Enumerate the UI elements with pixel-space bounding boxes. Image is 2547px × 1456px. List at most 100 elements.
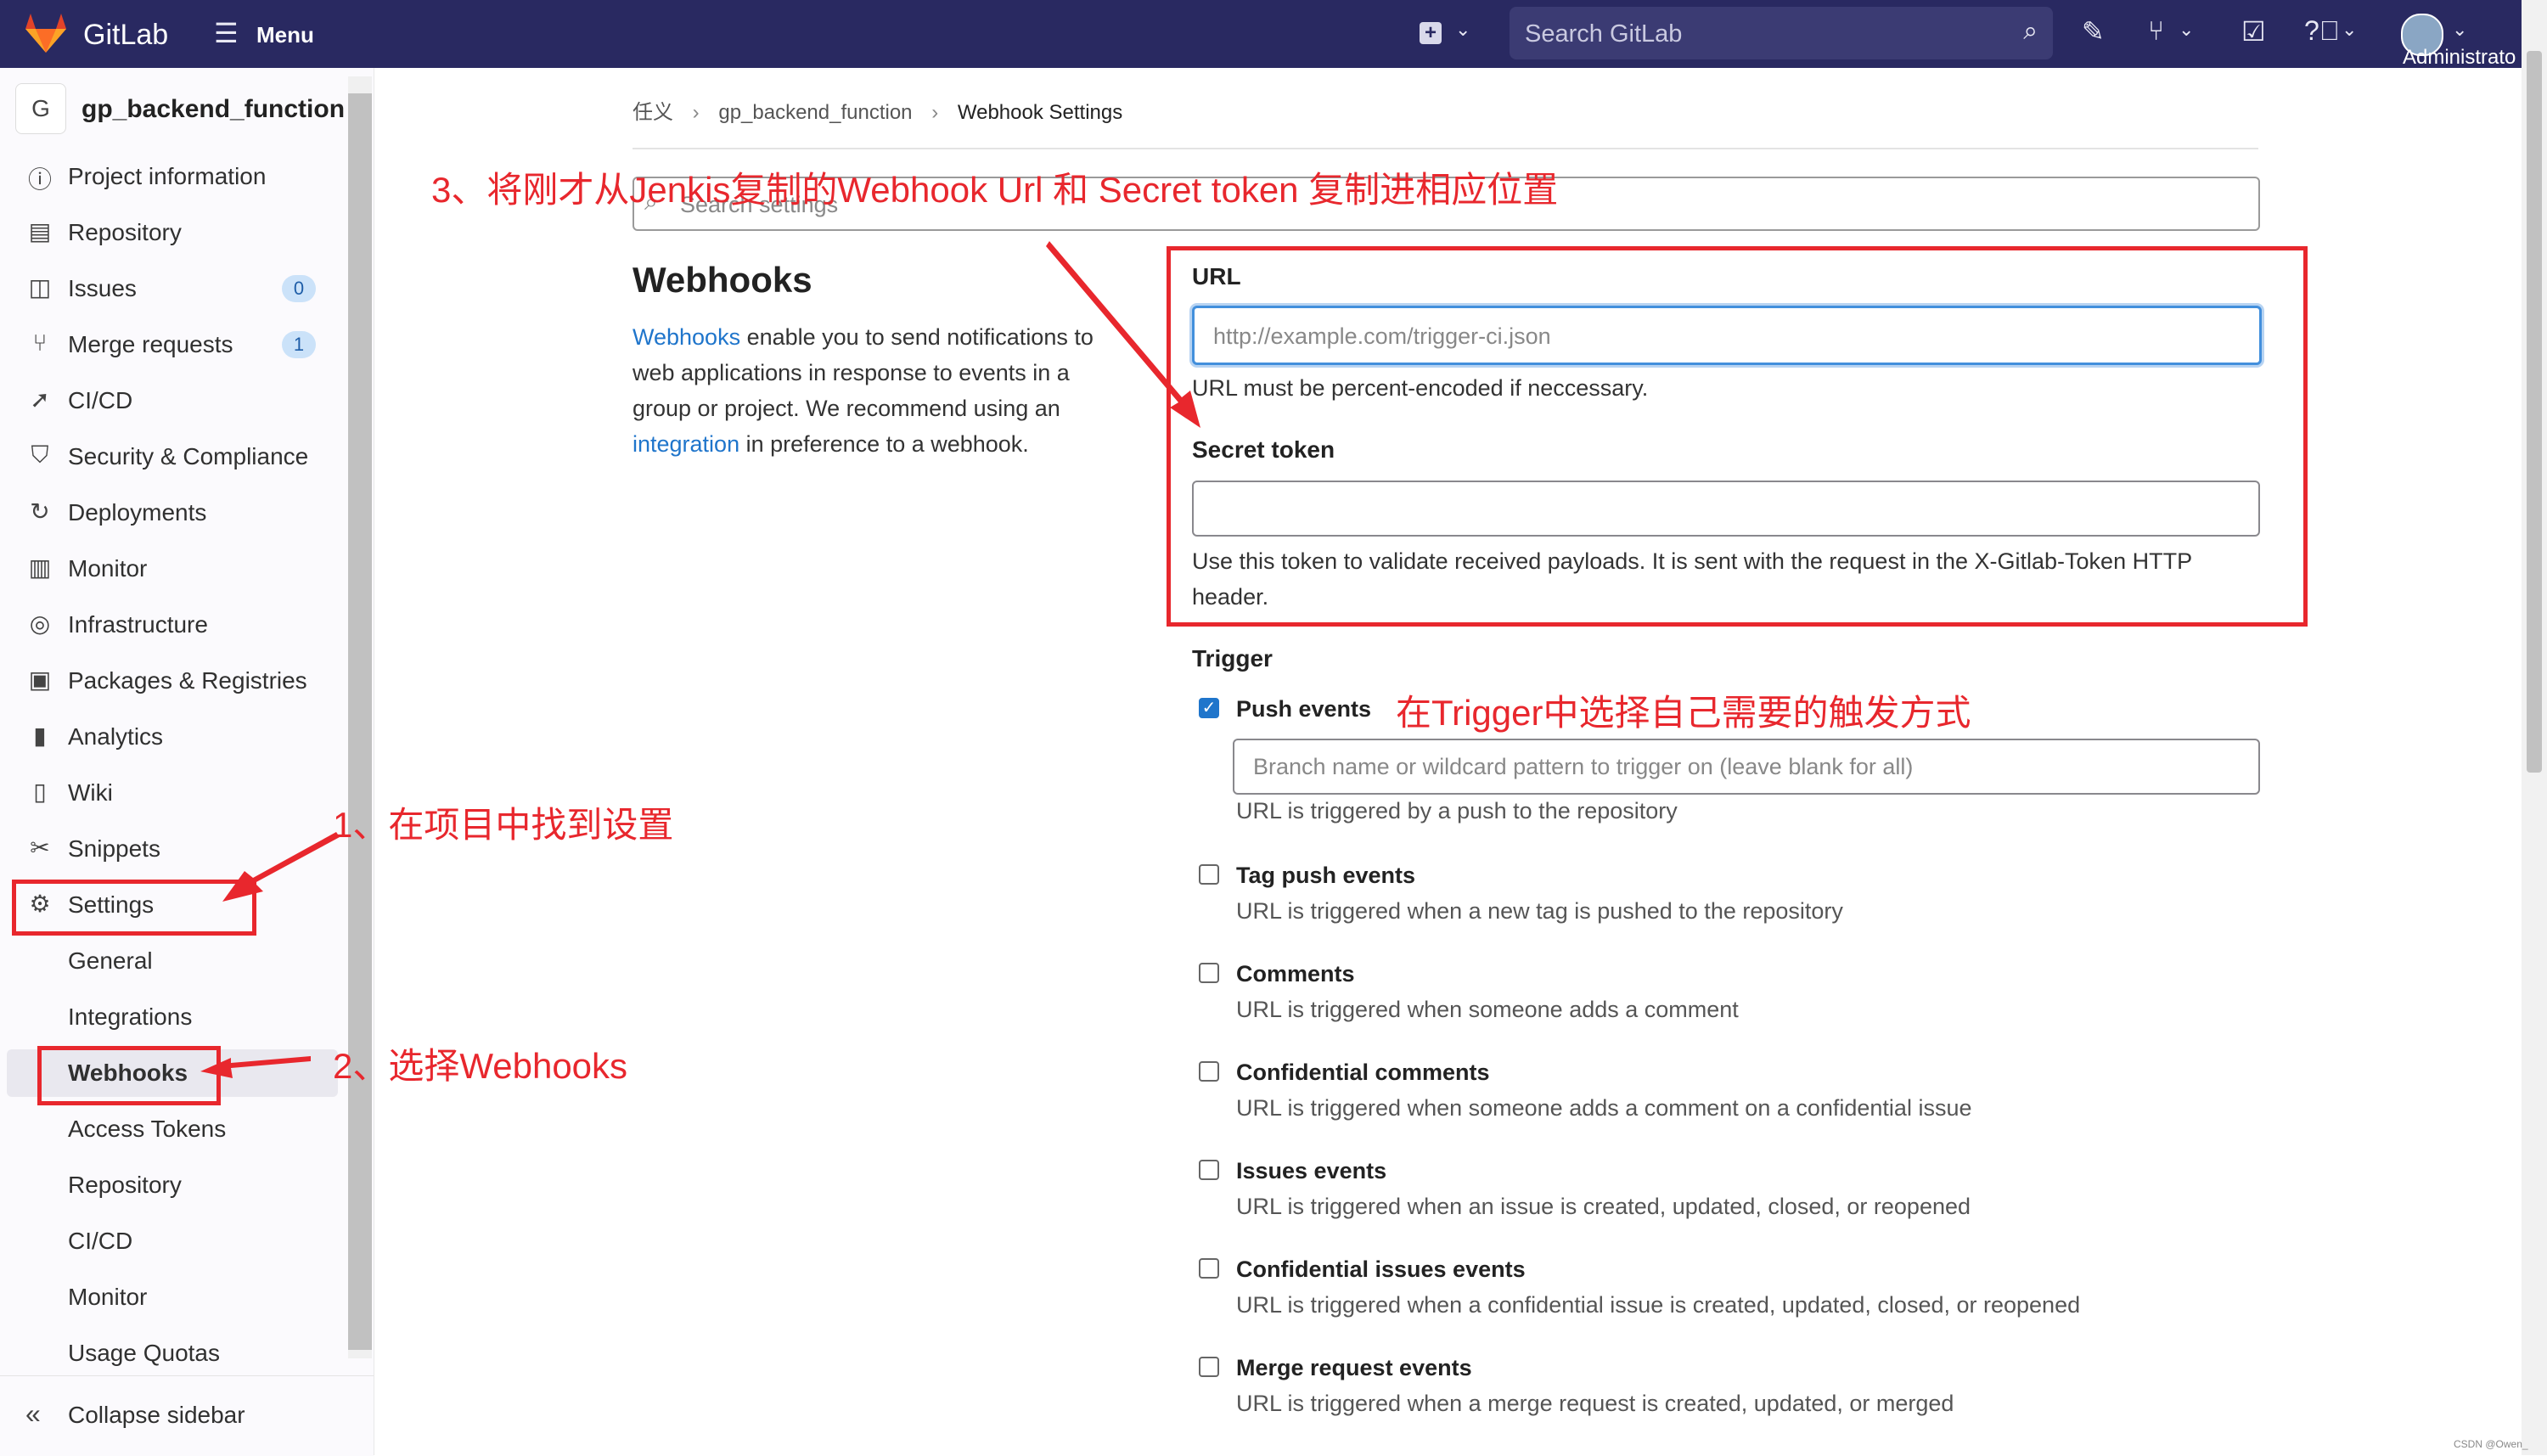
checkbox-confidential-issues-events[interactable] bbox=[1199, 1258, 1219, 1279]
page-scroll-thumb[interactable] bbox=[2527, 51, 2542, 773]
settings-subitem-label: Usage Quotas bbox=[68, 1340, 220, 1366]
top-bar: GitLab ☰ Menu + ⌄ Search GitLab ⌕ ✎ ⑂ ⌄ … bbox=[0, 0, 2522, 70]
sidebar-item-label: Packages & Registries bbox=[68, 667, 307, 694]
sidebar-item-project-information[interactable]: ⓘ Project information bbox=[0, 153, 340, 200]
breadcrumb-separator-icon: › bbox=[931, 101, 939, 124]
sidebar-item-ci-cd[interactable]: ➚ CI/CD bbox=[0, 377, 340, 424]
webhooks-description: Webhooks enable you to send notification… bbox=[633, 319, 1125, 462]
project-name[interactable]: gp_backend_function bbox=[82, 95, 345, 124]
checkbox-comments[interactable] bbox=[1199, 963, 1219, 983]
sidebar-item-label: Wiki bbox=[68, 779, 113, 806]
collapse-sidebar-button[interactable]: « Collapse sidebar bbox=[0, 1375, 374, 1456]
trigger-label[interactable]: Comments bbox=[1236, 961, 1355, 987]
settings-subitem-access-tokens[interactable]: Access Tokens bbox=[7, 1105, 338, 1153]
breadcrumb-item-group[interactable]: 任义 bbox=[633, 101, 673, 124]
annotation-box-settings bbox=[12, 880, 256, 936]
settings-subitem-label: Monitor bbox=[68, 1284, 148, 1310]
trigger-help: URL is triggered when a merge request is… bbox=[1236, 1391, 1954, 1416]
sidebar-item-monitor[interactable]: ▥ Monitor bbox=[0, 545, 340, 593]
trigger-help: URL is triggered when someone adds a com… bbox=[1236, 997, 1739, 1022]
trigger-label[interactable]: Push events bbox=[1236, 696, 1371, 722]
webhooks-doc-link[interactable]: Webhooks bbox=[633, 324, 740, 350]
help-icon[interactable]: ?⃝ bbox=[2304, 15, 2340, 47]
scissors-icon: ✂ bbox=[30, 835, 50, 861]
chevron-down-icon[interactable]: ⌄ bbox=[2179, 19, 2194, 41]
trigger-label[interactable]: Confidential issues events bbox=[1236, 1256, 1526, 1283]
sidebar-item-label: Infrastructure bbox=[68, 611, 208, 638]
sidebar-item-label: Project information bbox=[68, 163, 267, 189]
settings-subitem-usage-quotas[interactable]: Usage Quotas bbox=[7, 1330, 338, 1377]
sidebar-item-packages-registries[interactable]: ▣ Packages & Registries bbox=[0, 657, 340, 705]
checkbox-push-events[interactable]: ✓ bbox=[1199, 698, 1219, 718]
chevron-down-icon[interactable]: ⌄ bbox=[2342, 19, 2357, 41]
sidebar-item-label: CI/CD bbox=[68, 387, 133, 413]
watermark: CSDN @Owen_ bbox=[2454, 1438, 2528, 1450]
trigger-label[interactable]: Merge request events bbox=[1236, 1355, 1472, 1381]
sidebar-item-deployments[interactable]: ↻ Deployments bbox=[0, 489, 340, 537]
settings-subitem-integrations[interactable]: Integrations bbox=[7, 993, 338, 1041]
header-divider bbox=[633, 148, 2258, 149]
sidebar-item-repository[interactable]: ▤ Repository bbox=[0, 209, 340, 256]
trigger-label: Trigger bbox=[1192, 645, 1273, 672]
sidebar-item-infrastructure[interactable]: ◎ Infrastructure bbox=[0, 601, 340, 649]
hamburger-icon[interactable]: ☰ bbox=[214, 17, 239, 49]
deployments-icon: ↻ bbox=[30, 498, 50, 525]
search-placeholder: Search GitLab bbox=[1525, 20, 1683, 48]
trigger-label[interactable]: Issues events bbox=[1236, 1158, 1386, 1184]
settings-subitem-label: Integrations bbox=[68, 1003, 193, 1030]
sidebar-item-issues[interactable]: ◫ Issues 0 bbox=[0, 265, 340, 312]
sidebar-item-label: Security & Compliance bbox=[68, 443, 309, 469]
branch-filter-input[interactable]: Branch name or wildcard pattern to trigg… bbox=[1233, 739, 2260, 795]
brand-name[interactable]: GitLab bbox=[83, 19, 168, 52]
sidebar-item-label: Issues bbox=[68, 275, 137, 301]
sidebar-scroll-thumb[interactable] bbox=[348, 93, 372, 1350]
checkbox-issues-events[interactable] bbox=[1199, 1160, 1219, 1180]
trigger-help: URL is triggered when an issue is create… bbox=[1236, 1194, 1971, 1219]
search-input[interactable]: Search GitLab ⌕ bbox=[1510, 7, 2053, 59]
issues-shortcut-icon[interactable]: ✎ bbox=[2082, 15, 2105, 48]
menu-button[interactable]: Menu bbox=[256, 22, 314, 48]
chevron-down-icon[interactable]: ⌄ bbox=[1455, 19, 1470, 41]
chevron-down-icon[interactable]: ⌄ bbox=[2452, 19, 2467, 41]
branch-filter-placeholder: Branch name or wildcard pattern to trigg… bbox=[1253, 754, 1914, 779]
collapse-sidebar-label: Collapse sidebar bbox=[68, 1402, 245, 1428]
sidebar-item-snippets[interactable]: ✂ Snippets bbox=[0, 825, 340, 873]
create-new-icon[interactable]: + bbox=[1420, 22, 1442, 44]
sidebar-item-label: Repository bbox=[68, 219, 182, 245]
annotation-box-url-secret bbox=[1167, 246, 2308, 627]
settings-subitem-repository[interactable]: Repository bbox=[7, 1161, 338, 1209]
sidebar-item-wiki[interactable]: ▯ Wiki bbox=[0, 769, 340, 817]
sidebar-item-analytics[interactable]: ▮ Analytics bbox=[0, 713, 340, 761]
merge-requests-shortcut-icon[interactable]: ⑂ bbox=[2148, 15, 2164, 47]
annotation-trigger-note: 在Trigger中选择自己需要的触发方式 bbox=[1396, 693, 1971, 733]
document-icon: ▤ bbox=[28, 218, 52, 245]
sidebar-item-label: Analytics bbox=[68, 723, 164, 750]
breadcrumb: 任义 › gp_backend_function › Webhook Setti… bbox=[633, 95, 1122, 125]
project-avatar[interactable]: G bbox=[15, 83, 66, 134]
integration-link[interactable]: integration bbox=[633, 431, 739, 457]
sidebar-item-merge-requests[interactable]: ⑂ Merge requests 1 bbox=[0, 321, 340, 368]
settings-subitem-ci-cd[interactable]: CI/CD bbox=[7, 1217, 338, 1265]
settings-subitem-general[interactable]: General bbox=[7, 937, 338, 985]
webhooks-title: Webhooks bbox=[633, 260, 812, 300]
trigger-help: URL is triggered when someone adds a com… bbox=[1236, 1095, 1972, 1121]
sidebar-item-label: Merge requests bbox=[68, 331, 233, 357]
gitlab-logo-icon[interactable] bbox=[24, 12, 68, 54]
sidebar-item-security-compliance[interactable]: ⛉ Security & Compliance bbox=[0, 433, 340, 481]
breadcrumb-item-current[interactable]: Webhook Settings bbox=[958, 101, 1122, 124]
trigger-label[interactable]: Tag push events bbox=[1236, 863, 1415, 889]
settings-subitem-label: Repository bbox=[68, 1172, 182, 1198]
todo-icon[interactable]: ☑ bbox=[2241, 15, 2266, 48]
monitor-icon: ▥ bbox=[28, 554, 52, 581]
search-icon[interactable]: ⌕ bbox=[2023, 17, 2038, 46]
trigger-help: URL is triggered when a new tag is pushe… bbox=[1236, 898, 1843, 924]
checkbox-tag-push-events[interactable] bbox=[1199, 864, 1219, 885]
checkbox-merge-request-events[interactable] bbox=[1199, 1357, 1219, 1377]
user-name[interactable]: Administrato bbox=[2403, 46, 2516, 70]
breadcrumb-item-project[interactable]: gp_backend_function bbox=[718, 101, 912, 124]
trigger-label[interactable]: Confidential comments bbox=[1236, 1060, 1490, 1086]
settings-subitem-label: General bbox=[68, 947, 153, 974]
settings-subitem-monitor[interactable]: Monitor bbox=[7, 1273, 338, 1321]
package-icon: ▣ bbox=[28, 666, 52, 693]
checkbox-confidential-comments[interactable] bbox=[1199, 1061, 1219, 1082]
